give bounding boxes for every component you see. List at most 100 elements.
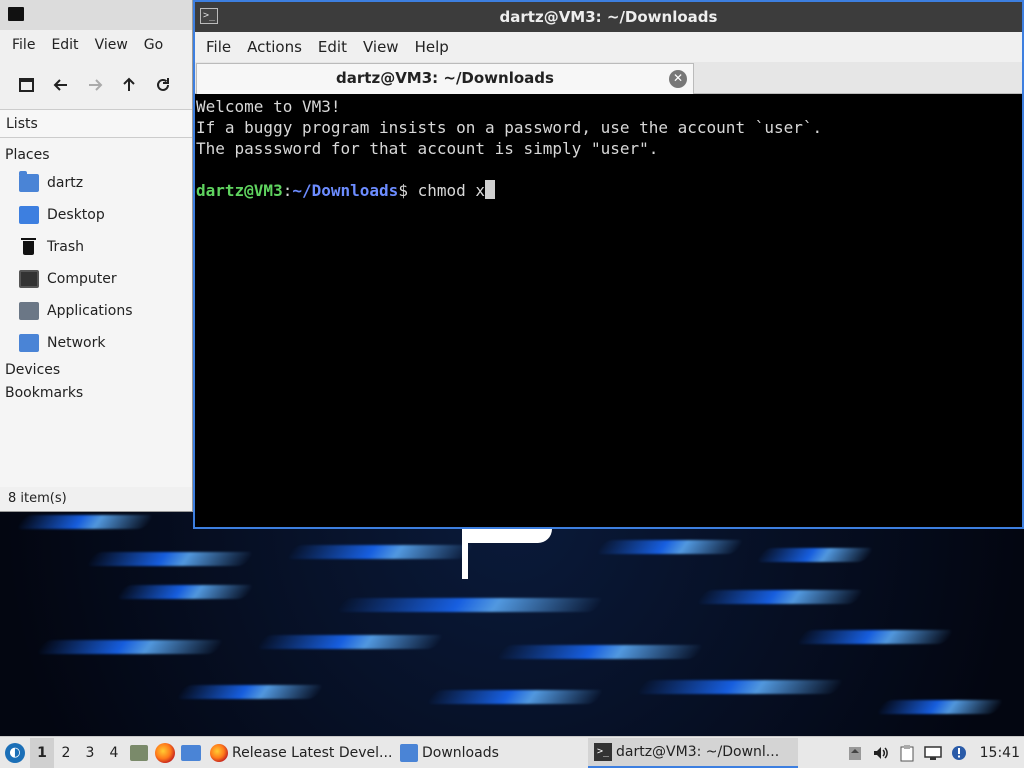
menu-edit[interactable]: Edit (43, 37, 86, 53)
task-terminal[interactable]: >_ dartz@VM3: ~/Downl... (588, 737, 798, 768)
menu-go[interactable]: Go (136, 37, 171, 53)
task-label: Release Latest Devel... (232, 744, 393, 761)
workspace-1[interactable]: 1 (30, 737, 54, 768)
bookmarks-header[interactable]: Bookmarks (0, 382, 192, 405)
menu-file[interactable]: File (198, 38, 239, 56)
menu-actions[interactable]: Actions (239, 38, 310, 56)
tray-clipboard[interactable] (894, 738, 920, 768)
terminal-window: >_ dartz@VM3: ~/Downloads File Actions E… (193, 0, 1024, 529)
terminal-tabbar: dartz@VM3: ~/Downloads ✕ (195, 62, 1022, 94)
notification-bubble-edge (462, 529, 552, 579)
place-label: Trash (47, 239, 84, 255)
tray-updates[interactable] (842, 738, 868, 768)
applications-icon (19, 302, 39, 320)
back-button[interactable] (44, 70, 78, 100)
prompt-line[interactable]: dartz@VM3:~/Downloads$ chmod x (196, 180, 1021, 201)
update-notifier-icon (951, 745, 966, 760)
terminal-tab[interactable]: dartz@VM3: ~/Downloads ✕ (196, 63, 694, 94)
menu-edit[interactable]: Edit (310, 38, 355, 56)
new-window-icon (19, 77, 34, 92)
workspace-3[interactable]: 3 (78, 738, 102, 768)
terminal-titlebar[interactable]: >_ dartz@VM3: ~/Downloads (195, 2, 1022, 32)
launch-firefox[interactable] (152, 738, 178, 768)
reload-icon (157, 77, 169, 91)
launch-file-manager[interactable] (126, 738, 152, 768)
file-manager-status: 8 item(s) (0, 487, 192, 511)
file-manager-menubar: File Edit View Go (0, 30, 192, 60)
computer-icon (19, 270, 39, 288)
system-tray: 15:41 (842, 738, 1024, 768)
task-label: dartz@VM3: ~/Downl... (616, 743, 780, 760)
new-window-button[interactable] (10, 70, 44, 100)
network-icon (19, 334, 39, 352)
file-manager-toolbar (0, 60, 192, 110)
places-header[interactable]: Places (0, 144, 192, 167)
start-menu-button[interactable]: ◐ (0, 738, 30, 768)
place-trash[interactable]: Trash (0, 231, 192, 263)
place-dartz[interactable]: dartz (0, 167, 192, 199)
places-sidebar: Places dartz Desktop Trash Computer Appl… (0, 138, 192, 405)
arrow-right-icon (89, 78, 103, 91)
tab-label: dartz@VM3: ~/Downloads (336, 69, 554, 87)
place-computer[interactable]: Computer (0, 263, 192, 295)
close-tab-icon[interactable]: ✕ (669, 70, 687, 88)
clock[interactable]: 15:41 (972, 745, 1024, 761)
package-icon (848, 746, 861, 760)
desktop-icon (19, 206, 39, 224)
folder-icon (400, 743, 418, 762)
firefox-icon (210, 743, 228, 762)
prompt-colon: : (282, 181, 293, 200)
reload-button[interactable] (146, 70, 180, 100)
show-desktop-button[interactable] (178, 738, 204, 768)
clipboard-icon (900, 744, 914, 761)
place-desktop[interactable]: Desktop (0, 199, 192, 231)
trash-icon (19, 238, 39, 256)
menu-help[interactable]: Help (407, 38, 457, 56)
tray-volume[interactable] (868, 738, 894, 768)
taskbar: ◐ 1 2 3 4 Release Latest Devel... Downlo… (0, 736, 1024, 768)
desktop-icon (181, 744, 201, 761)
task-label: Downloads (422, 744, 499, 761)
arrow-left-icon (53, 78, 67, 91)
window-title: dartz@VM3: ~/Downloads (499, 8, 718, 26)
file-manager-window: File Edit View Go Lists Places dartz Des… (0, 0, 193, 512)
menu-file[interactable]: File (4, 37, 43, 53)
task-downloads[interactable]: Downloads (394, 738, 588, 768)
forward-button[interactable] (78, 70, 112, 100)
place-label: Computer (47, 271, 117, 287)
menu-view[interactable]: View (87, 37, 136, 53)
terminal-menubar: File Actions Edit View Help (195, 32, 1022, 62)
folder-icon (8, 7, 24, 21)
lubuntu-logo-icon: ◐ (5, 742, 25, 763)
up-button[interactable] (112, 70, 146, 100)
tray-network[interactable] (920, 738, 946, 768)
text-cursor (485, 180, 496, 199)
command-input[interactable]: chmod x (418, 181, 485, 200)
output-line: The passsword for that account is simply… (196, 139, 659, 158)
place-network[interactable]: Network (0, 327, 192, 359)
firefox-icon (155, 742, 175, 763)
devices-header[interactable]: Devices (0, 359, 192, 382)
home-folder-icon (19, 171, 39, 192)
place-applications[interactable]: Applications (0, 295, 192, 327)
arrow-up-icon (123, 77, 135, 91)
task-firefox[interactable]: Release Latest Devel... (204, 738, 394, 768)
prompt-path: ~/Downloads (292, 181, 399, 200)
volume-icon (873, 746, 888, 759)
menu-view[interactable]: View (355, 38, 407, 56)
network-icon (923, 745, 942, 760)
workspace-2[interactable]: 2 (54, 738, 78, 768)
terminal-output[interactable]: Welcome to VM3! If a buggy program insis… (195, 94, 1022, 203)
terminal-icon: >_ (594, 742, 612, 761)
prompt-user-host: dartz@VM3 (196, 181, 283, 200)
place-label: Applications (47, 303, 133, 319)
workspace-4[interactable]: 4 (102, 738, 126, 768)
side-pane-mode-select[interactable]: Lists (0, 110, 192, 138)
tray-notifications[interactable] (946, 738, 972, 768)
file-manager-titlebar[interactable] (0, 0, 192, 30)
output-line: If a buggy program insists on a password… (196, 118, 823, 137)
place-label: dartz (47, 175, 84, 191)
prompt-symbol: $ (398, 181, 418, 200)
file-manager-icon (130, 744, 148, 761)
